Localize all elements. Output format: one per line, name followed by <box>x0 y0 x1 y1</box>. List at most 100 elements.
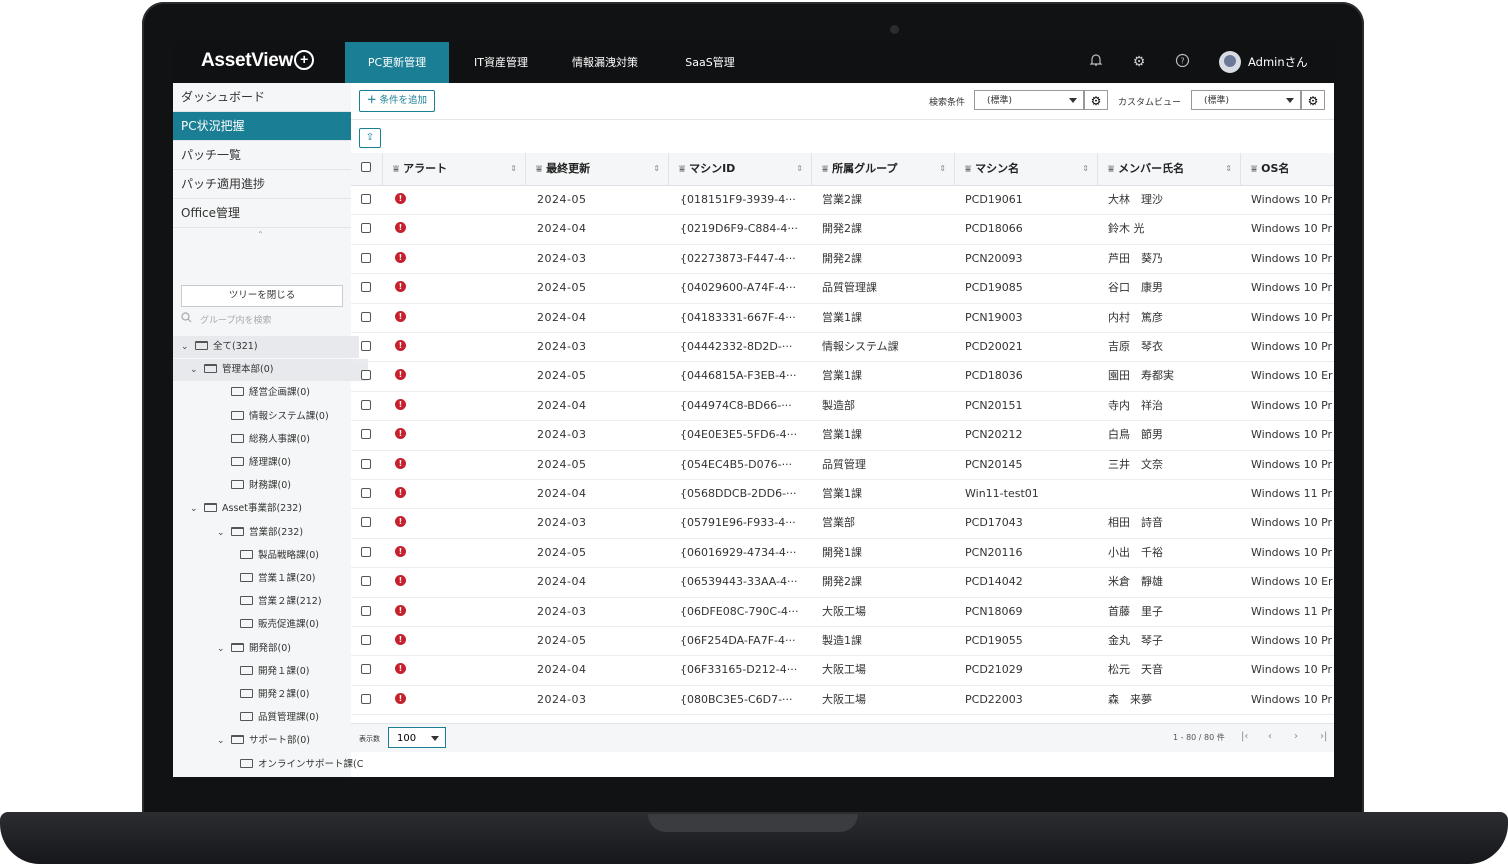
table-row[interactable]: ! 2024-04 {04183331-667F-4··· 営業1課 PCN19003 内… <box>351 303 1334 333</box>
row-checkbox[interactable] <box>361 576 371 587</box>
sidebar-item-patch-list[interactable]: パッチ一覧 <box>173 141 351 170</box>
tree-node[interactable]: ⌄ 管理本部(0) <box>173 359 368 382</box>
prev-page-icon[interactable]: ‹ <box>1268 731 1272 742</box>
tab-saas[interactable]: SaaS管理 <box>661 42 759 83</box>
custom-view-settings-button[interactable]: ⚙ <box>1301 90 1325 110</box>
custom-view-select[interactable]: (標準) <box>1191 90 1301 110</box>
row-checkbox[interactable] <box>361 370 371 381</box>
tree-node[interactable]: 情報システム課(0) <box>217 406 329 428</box>
table-row[interactable]: ! 2024-03 {06DFE08C-790C-4··· 大阪工場 PCN18069 首… <box>351 597 1334 627</box>
sort-icon[interactable]: ⇕ <box>939 153 946 185</box>
table-row[interactable]: ! 2024-03 {04E0E3E5-5FD6-4··· 営業1課 PCN20212 白… <box>351 420 1334 451</box>
select-all-checkbox[interactable] <box>361 162 371 172</box>
tab-it-assets[interactable]: IT資産管理 <box>453 42 549 83</box>
tree-node[interactable]: 経理課(0) <box>217 452 291 474</box>
tree-node[interactable]: 営業１課(20) <box>226 568 316 590</box>
filter-icon[interactable]: ⩸ <box>536 164 542 175</box>
row-checkbox[interactable] <box>361 458 371 469</box>
export-button[interactable]: ⇪ <box>359 128 381 148</box>
column-header-group[interactable]: ⩸ 所属グループ ⇕ <box>812 153 955 185</box>
column-header-machine-name[interactable]: ⩸ マシン名 ⇕ <box>955 153 1098 185</box>
tree-node[interactable]: ⌄ 開発部(0) <box>217 638 291 660</box>
filter-icon[interactable]: ⩸ <box>965 164 971 175</box>
per-page-select[interactable]: 100 <box>388 727 446 748</box>
table-row[interactable]: ! 2024-04 {06539443-33AA-4··· 開発2課 PCD14042 米… <box>351 567 1334 598</box>
row-checkbox[interactable] <box>361 399 371 410</box>
sort-icon[interactable]: ⇕ <box>796 153 803 185</box>
help-icon[interactable]: ? <box>1173 53 1191 71</box>
first-page-icon[interactable]: |‹ <box>1241 731 1248 742</box>
row-checkbox[interactable] <box>361 194 371 204</box>
row-checkbox[interactable] <box>361 664 371 675</box>
tree-node[interactable]: 営業２課(212) <box>226 591 322 613</box>
sidebar-item-dashboard[interactable]: ダッシュボード <box>173 83 351 112</box>
tree-node[interactable]: 経営企画課(0) <box>217 382 310 404</box>
filter-icon[interactable]: ⩸ <box>822 164 828 175</box>
tree-node[interactable]: ⌄ サポート部(0) <box>217 730 310 752</box>
tree-node[interactable]: 製品戦略課(0) <box>226 545 319 567</box>
chevron-down-icon[interactable]: ⌄ <box>217 522 227 544</box>
chevron-down-icon[interactable]: ⌄ <box>190 359 200 381</box>
table-row[interactable]: ! 2024-05 {06F254DA-FA7F-4··· 製造1課 PCD19055 金… <box>351 626 1334 657</box>
column-header-last-updated[interactable]: ⩸ 最終更新 ⇕ <box>526 153 669 185</box>
table-row[interactable]: ! 2024-05 {018151F9-3939-4··· 営業2課 PCD19061 大… <box>351 185 1334 216</box>
last-page-icon[interactable]: ›| <box>1320 731 1327 742</box>
column-header-os[interactable]: ⩸ OS名 <box>1241 153 1334 185</box>
column-header-machine-id[interactable]: ⩸ マシンID ⇕ <box>669 153 812 185</box>
filter-icon[interactable]: ⩸ <box>1251 164 1257 175</box>
sidebar-item-patch-progress[interactable]: パッチ適用進捗 <box>173 170 351 199</box>
app-logo[interactable]: AssetView + <box>201 50 315 72</box>
next-page-icon[interactable]: › <box>1294 731 1298 742</box>
chevron-down-icon[interactable]: ⌄ <box>181 336 191 358</box>
tree-node[interactable]: 財務課(0) <box>217 475 291 497</box>
table-row[interactable]: ! 2024-05 {0446815A-F3EB-4··· 営業1課 PCD18036 園… <box>351 361 1334 392</box>
row-checkbox[interactable] <box>361 693 371 704</box>
table-row[interactable]: ! 2024-03 {05791E96-F933-4··· 営業部 PCD17043 相田… <box>351 508 1334 539</box>
row-checkbox[interactable] <box>361 252 371 263</box>
table-row[interactable]: ! 2024-04 {0219D6F9-C884-4··· 開発2課 PCD18066 鈴… <box>351 214 1334 245</box>
filter-icon[interactable]: ⩸ <box>393 164 399 175</box>
tree-node[interactable]: 総務人事課(0) <box>217 429 310 451</box>
row-checkbox[interactable] <box>361 605 371 616</box>
tree-node[interactable]: 開発２課(0) <box>226 684 309 706</box>
table-row[interactable]: ! 2024-05 {04029600-A74F-4··· 品質管理課 PCD19085… <box>351 273 1334 304</box>
table-row[interactable]: ! 2024-04 {0568DDCB-2DD6-··· 営業1課 Win11-test… <box>351 479 1334 510</box>
tree-node[interactable]: 品質管理課(0) <box>226 707 319 729</box>
row-checkbox[interactable] <box>361 341 371 351</box>
bell-icon[interactable] <box>1087 53 1105 71</box>
table-row[interactable]: ! 2024-04 {044974C8-BD66-··· 製造部 PCN20151 寺内 … <box>351 391 1334 422</box>
table-row[interactable]: ! 2024-05 {054EC4B5-D076-··· 品質管理 PCN20145 三井… <box>351 450 1334 480</box>
table-row[interactable]: ! 2024-03 {080BC3E5-C6D7-··· 大阪工場 PCD22003 森 … <box>351 685 1334 716</box>
column-header-alert[interactable]: ⩸ アラート ⇕ <box>383 153 526 185</box>
table-row[interactable]: ! 2024-03 {04442332-8D2D-··· 情報システム課 PCD2002… <box>351 332 1334 363</box>
row-checkbox[interactable] <box>361 282 371 293</box>
sidebar-item-pc-status[interactable]: PC状況把握 <box>173 112 351 141</box>
user-name[interactable]: Adminさん <box>1248 54 1308 70</box>
row-checkbox[interactable] <box>361 223 371 234</box>
sort-icon[interactable]: ⇕ <box>1082 153 1089 185</box>
row-checkbox[interactable] <box>361 635 371 645</box>
tab-pc-update[interactable]: PC更新管理 <box>345 42 449 83</box>
tree-node[interactable]: ⌄ 全て(321) <box>173 336 359 358</box>
search-condition-settings-button[interactable]: ⚙ <box>1084 90 1108 110</box>
tree-node[interactable]: ⌄ 営業部(232) <box>217 522 303 544</box>
row-checkbox[interactable] <box>361 488 371 498</box>
search-condition-select[interactable]: (標準) <box>974 90 1084 110</box>
sort-icon[interactable]: ⇕ <box>653 153 660 185</box>
sidebar-item-office[interactable]: Office管理 <box>173 199 351 228</box>
chevron-down-icon[interactable]: ⌄ <box>217 730 227 752</box>
chevron-down-icon[interactable]: ⌄ <box>217 638 227 660</box>
row-checkbox[interactable] <box>361 517 371 528</box>
chevron-down-icon[interactable]: ⌄ <box>190 498 200 520</box>
tree-node[interactable]: 開発１課(0) <box>226 661 309 683</box>
tree-close-button[interactable]: ツリーを閉じる <box>181 285 343 307</box>
collapse-caret-icon[interactable]: ⌃ <box>257 230 264 239</box>
avatar[interactable] <box>1219 51 1241 73</box>
tree-search-input[interactable]: グループ内を検索 <box>181 312 341 330</box>
row-checkbox[interactable] <box>361 311 371 322</box>
column-header-member[interactable]: ⩸ メンバー氏名 ⇕ <box>1098 153 1241 185</box>
filter-icon[interactable]: ⩸ <box>1108 164 1114 175</box>
row-checkbox[interactable] <box>361 546 371 557</box>
gear-icon[interactable]: ⚙ <box>1130 53 1148 71</box>
sort-icon[interactable]: ⇕ <box>1225 153 1232 185</box>
